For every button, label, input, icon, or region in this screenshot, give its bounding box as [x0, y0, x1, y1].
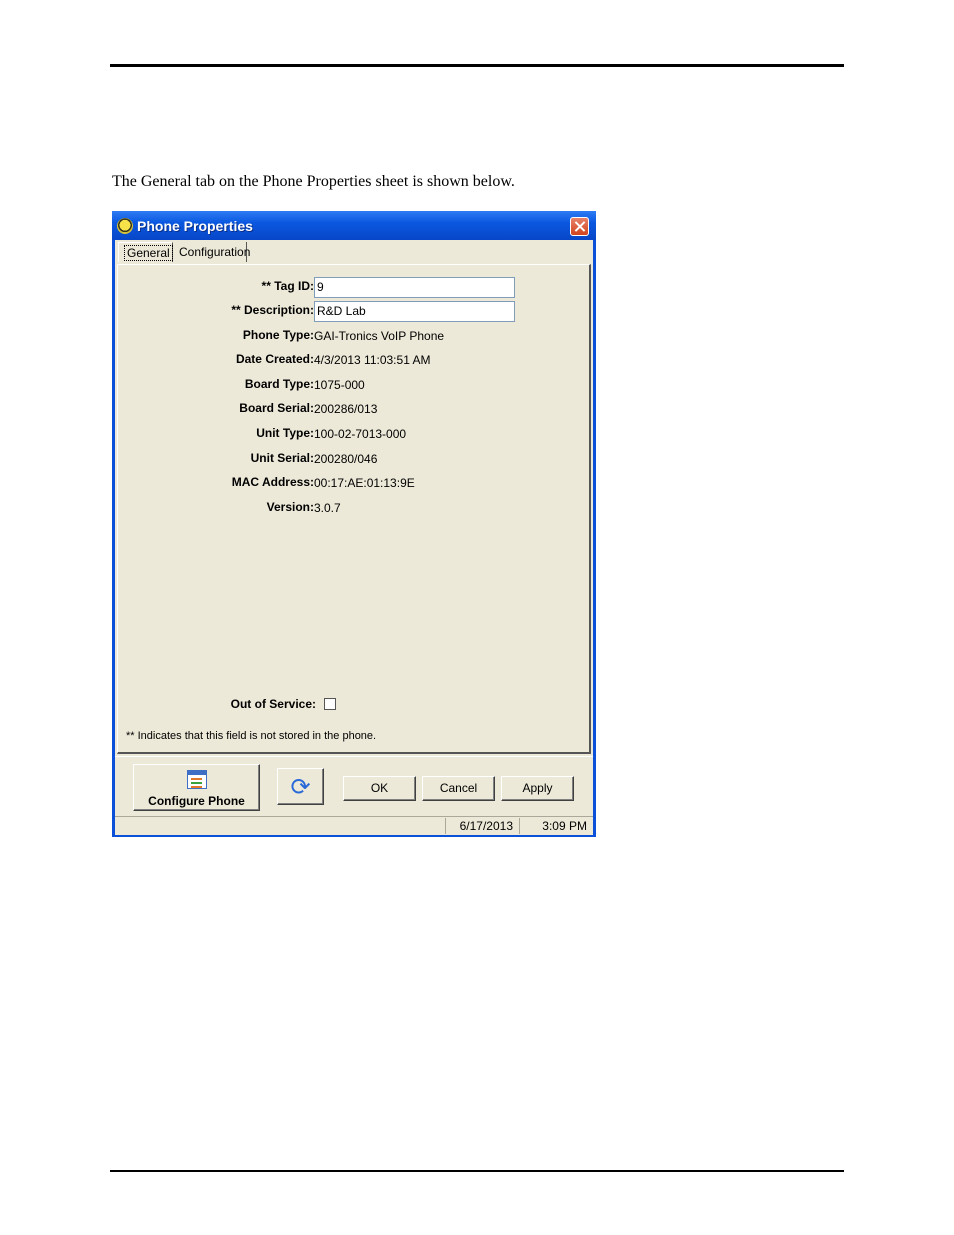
apply-button[interactable]: Apply — [501, 776, 574, 801]
row-phone-type: Phone Type: GAI-Tronics VoIP Phone — [118, 326, 592, 346]
unit-type-label: Unit Type: — [256, 426, 314, 440]
board-serial-value: 200286/013 — [314, 402, 378, 416]
version-label: Version: — [266, 500, 314, 514]
configure-phone-label: Configure Phone — [148, 794, 245, 808]
board-type-value: 1075-000 — [314, 378, 365, 392]
top-rule — [110, 64, 844, 67]
board-type-label: Board Type: — [244, 377, 314, 391]
row-board-type: Board Type: 1075-000 — [118, 375, 592, 395]
refresh-button[interactable]: ⟳ — [277, 768, 324, 805]
date-created-value: 4/3/2013 11:03:51 AM — [314, 353, 431, 367]
row-unit-serial: Unit Serial: 200280/046 — [118, 449, 592, 469]
tag-id-field[interactable]: 9 — [314, 277, 515, 298]
phone-properties-window: Phone Properties General Configuration *… — [112, 211, 596, 837]
phone-type-label: Phone Type: — [242, 328, 314, 342]
status-date: 6/17/2013 — [445, 818, 517, 834]
mac-address-label: MAC Address: — [231, 475, 314, 489]
tab-strip: General Configuration — [115, 240, 593, 264]
row-mac-address: MAC Address: 00:17:AE:01:13:9E — [118, 473, 592, 493]
configure-phone-button[interactable]: Configure Phone — [133, 764, 260, 811]
out-of-service-checkbox[interactable] — [324, 698, 336, 710]
cancel-button[interactable]: Cancel — [422, 776, 495, 801]
phone-type-value: GAI-Tronics VoIP Phone — [314, 329, 445, 343]
button-bar: Configure Phone ⟳ OK Cancel Apply — [115, 756, 593, 815]
unit-serial-value: 200280/046 — [314, 452, 378, 466]
refresh-icon: ⟳ — [290, 773, 311, 801]
status-bar: 6/17/2013 3:09 PM — [115, 816, 593, 835]
mac-address-value: 00:17:AE:01:13:9E — [314, 476, 415, 490]
intro-text: The General tab on the Phone Properties … — [112, 173, 515, 190]
tab-general[interactable]: General — [118, 242, 173, 262]
configure-list-icon — [187, 770, 207, 789]
row-tag-id: ** Tag ID: 9 — [118, 277, 592, 298]
footnote: ** Indicates that this field is not stor… — [126, 730, 377, 742]
date-created-label: Date Created: — [235, 352, 314, 366]
tag-id-label: ** Tag ID: — [261, 279, 314, 293]
tab-configuration[interactable]: Configuration — [174, 242, 250, 262]
row-out-of-service: Out of Service: — [118, 695, 592, 715]
row-date-created: Date Created: 4/3/2013 11:03:51 AM — [118, 350, 592, 370]
close-icon[interactable] — [570, 217, 589, 236]
board-serial-label: Board Serial: — [239, 401, 314, 415]
window-title: Phone Properties — [137, 218, 253, 234]
window-client: General Configuration ** Tag ID: 9 ** De… — [115, 240, 593, 835]
row-version: Version: 3.0.7 — [118, 498, 592, 518]
out-of-service-label: Out of Service: — [230, 697, 316, 711]
row-description: ** Description: R&D Lab — [118, 301, 592, 322]
unit-type-value: 100-02-7013-000 — [314, 427, 407, 441]
version-value: 3.0.7 — [314, 501, 341, 515]
bottom-rule — [110, 1170, 844, 1172]
phone-app-icon — [117, 218, 133, 234]
unit-serial-label: Unit Serial: — [250, 451, 314, 465]
status-time: 3:09 PM — [519, 818, 593, 834]
description-label: ** Description: — [231, 303, 314, 317]
ok-button[interactable]: OK — [343, 776, 416, 801]
row-unit-type: Unit Type: 100-02-7013-000 — [118, 424, 592, 444]
tab-general-label: General — [124, 245, 173, 261]
general-panel: ** Tag ID: 9 ** Description: R&D Lab Pho… — [117, 264, 591, 754]
title-bar[interactable]: Phone Properties — [112, 211, 596, 240]
row-board-serial: Board Serial: 200286/013 — [118, 399, 592, 419]
description-field[interactable]: R&D Lab — [314, 301, 515, 322]
